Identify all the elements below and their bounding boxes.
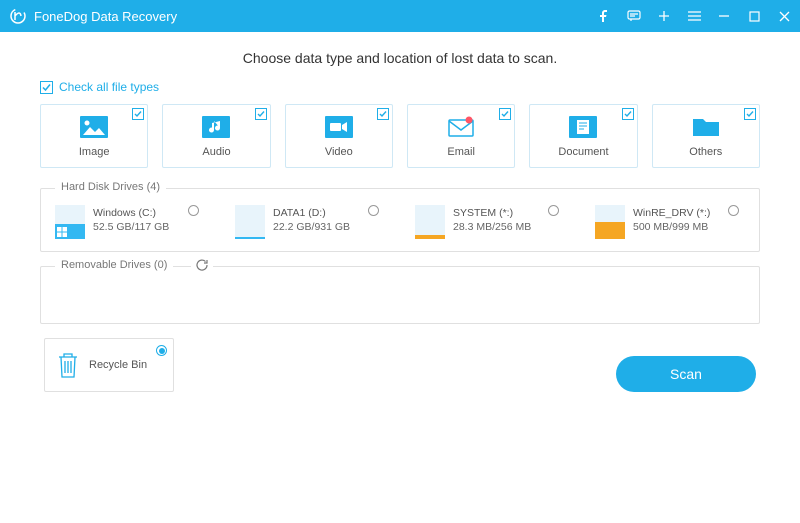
image-icon — [79, 114, 109, 140]
menu-icon[interactable] — [686, 8, 702, 24]
scan-button[interactable]: Scan — [616, 356, 756, 392]
close-icon[interactable] — [776, 8, 792, 24]
removable-drives-section: Removable Drives (0) — [40, 266, 760, 324]
drives-row: Windows (C:) 52.5 GB/117 GB DATA1 (D:) 22.2… — [55, 205, 745, 239]
app-logo-icon — [8, 6, 28, 26]
type-card-audio[interactable]: Audio — [162, 104, 270, 168]
type-label: Video — [325, 146, 353, 158]
windows-logo-icon — [57, 227, 67, 237]
type-card-document[interactable]: Document — [529, 104, 637, 168]
check-all-checkbox-icon — [40, 81, 53, 94]
drive-item[interactable]: WinRE_DRV (*:) 500 MB/999 MB — [595, 205, 745, 239]
drive-name: Windows (C:) — [93, 207, 169, 219]
hard-disk-section: Hard Disk Drives (4) Windows (C:)52.5 GB… — [40, 188, 760, 252]
refresh-icon[interactable] — [191, 258, 213, 272]
recycle-bin-label: Recycle Bin — [89, 359, 147, 371]
hdd-section-title: Hard Disk Drives (4) — [55, 181, 166, 193]
minimize-icon[interactable] — [716, 8, 732, 24]
drive-item[interactable]: Windows (C:) 52.5 GB/117 GB — [55, 205, 205, 239]
type-checkbox-icon — [255, 108, 267, 120]
email-icon — [446, 114, 476, 140]
drive-usage-icon — [235, 205, 265, 239]
title-bar: FoneDog Data Recovery — [0, 0, 800, 32]
type-checkbox-icon — [744, 108, 756, 120]
removable-section-title: Removable Drives (0) — [55, 259, 173, 271]
drive-size: 22.2 GB/931 GB — [273, 221, 350, 233]
check-all-types[interactable]: Check all file types — [40, 80, 760, 94]
drive-name: DATA1 (D:) — [273, 207, 350, 219]
app-title: FoneDog Data Recovery — [34, 9, 596, 24]
type-card-email[interactable]: Email — [407, 104, 515, 168]
type-label: Email — [447, 146, 475, 158]
trash-icon — [55, 350, 81, 380]
type-checkbox-icon — [622, 108, 634, 120]
drive-name: SYSTEM (*:) — [453, 207, 531, 219]
document-icon — [568, 114, 598, 140]
drive-item[interactable]: SYSTEM (*:) 28.3 MB/256 MB — [415, 205, 565, 239]
titlebar-controls — [596, 8, 792, 24]
drive-radio[interactable] — [548, 205, 559, 216]
type-label: Audio — [202, 146, 230, 158]
drive-size: 28.3 MB/256 MB — [453, 221, 531, 233]
drive-usage-icon — [55, 205, 85, 239]
type-card-video[interactable]: Video — [285, 104, 393, 168]
audio-icon — [201, 114, 231, 140]
drive-size: 52.5 GB/117 GB — [93, 221, 169, 233]
type-card-others[interactable]: Others — [652, 104, 760, 168]
type-checkbox-icon — [132, 108, 144, 120]
video-icon — [324, 114, 354, 140]
check-all-label: Check all file types — [59, 80, 159, 94]
recycle-bin-card[interactable]: Recycle Bin — [44, 338, 174, 392]
type-label: Document — [558, 146, 608, 158]
type-card-image[interactable]: Image — [40, 104, 148, 168]
others-icon — [691, 114, 721, 140]
drive-name: WinRE_DRV (*:) — [633, 207, 710, 219]
page-heading: Choose data type and location of lost da… — [40, 50, 760, 66]
type-label: Others — [689, 146, 722, 158]
drive-radio[interactable] — [368, 205, 379, 216]
recycle-bin-radio — [156, 345, 167, 356]
drive-radio[interactable] — [188, 205, 199, 216]
drive-usage-icon — [415, 205, 445, 239]
maximize-icon[interactable] — [746, 8, 762, 24]
facebook-icon[interactable] — [596, 8, 612, 24]
add-icon[interactable] — [656, 8, 672, 24]
drive-item[interactable]: DATA1 (D:) 22.2 GB/931 GB — [235, 205, 385, 239]
drive-size: 500 MB/999 MB — [633, 221, 710, 233]
file-types-row: Image Audio Video Email Document Others — [40, 104, 760, 168]
type-checkbox-icon — [499, 108, 511, 120]
feedback-icon[interactable] — [626, 8, 642, 24]
drive-usage-icon — [595, 205, 625, 239]
type-label: Image — [79, 146, 110, 158]
drive-radio[interactable] — [728, 205, 739, 216]
type-checkbox-icon — [377, 108, 389, 120]
